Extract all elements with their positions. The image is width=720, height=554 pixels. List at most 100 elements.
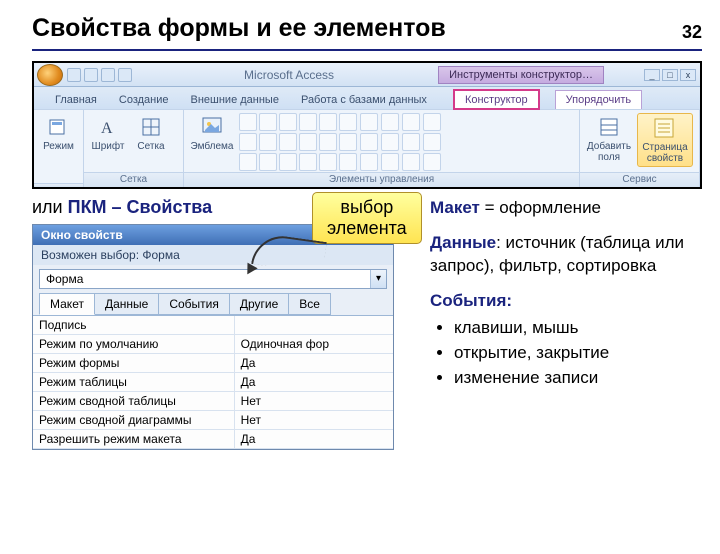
add-fields-button[interactable]: Добавить поля <box>584 113 634 163</box>
qat-redo-icon[interactable] <box>101 68 115 82</box>
propwin-element-combo[interactable]: Форма ▾ <box>39 269 387 289</box>
view-icon <box>47 115 71 139</box>
prop-key: Режим таблицы <box>33 373 235 391</box>
tab-layout[interactable]: Макет <box>39 293 95 315</box>
ribbon-tabs: Главная Создание Внешние данные Работа с… <box>34 87 700 109</box>
prop-key: Режим сводной диаграммы <box>33 411 235 429</box>
prop-key: Режим сводной таблицы <box>33 392 235 410</box>
prop-key: Режим по умолчанию <box>33 335 235 353</box>
propwin-tabs: Макет Данные События Другие Все <box>39 293 393 315</box>
tab-database-tools[interactable]: Работа с базами данных <box>290 90 438 109</box>
chevron-down-icon[interactable]: ▾ <box>370 270 386 288</box>
tab-all[interactable]: Все <box>288 293 331 315</box>
tab-designer[interactable]: Конструктор <box>454 90 539 109</box>
table-row[interactable]: Режим сводной таблицыНет <box>33 392 393 411</box>
group-tools: Добавить поля Страница свойств Сервис <box>580 110 700 187</box>
group-view-label <box>34 183 83 187</box>
qat-save-icon[interactable] <box>67 68 81 82</box>
page-title: Свойства формы и ее элементов <box>32 14 720 43</box>
rest-layout: = оформление <box>480 198 601 217</box>
controls-extra3[interactable] <box>402 113 420 171</box>
table-row[interactable]: Разрешить режим макетаДа <box>33 430 393 449</box>
table-row[interactable]: Режим по умолчаниюОдиночная фор <box>33 335 393 354</box>
table-row[interactable]: Режим формыДа <box>33 354 393 373</box>
group-tools-label: Сервис <box>580 172 699 187</box>
prop-val[interactable]: Нет <box>235 411 393 429</box>
group-controls: Эмблема <box>184 110 580 187</box>
context-tools-label: Инструменты конструктор… <box>438 66 604 84</box>
callout-select-element: выбор элемента <box>312 192 422 244</box>
tab-other[interactable]: Другие <box>229 293 289 315</box>
prop-key: Разрешить режим макета <box>33 430 235 448</box>
events-list: клавиши, мышь открытие, закрытие изменен… <box>430 317 702 390</box>
controls-extra2[interactable] <box>381 113 399 171</box>
prop-key: Подпись <box>33 316 235 334</box>
controls-extra[interactable] <box>360 113 378 171</box>
qat-more-icon[interactable] <box>118 68 132 82</box>
tab-events[interactable]: События <box>158 293 230 315</box>
propwin-title: Окно свойств <box>41 228 123 242</box>
tab-data[interactable]: Данные <box>94 293 159 315</box>
grid-button[interactable]: Сетка <box>131 113 171 152</box>
prop-key: Режим формы <box>33 354 235 372</box>
font-label: Шрифт <box>92 141 125 152</box>
list-item: клавиши, мышь <box>454 317 702 340</box>
tab-create[interactable]: Создание <box>108 90 180 109</box>
app-title: Microsoft Access <box>140 68 438 82</box>
font-button[interactable]: A Шрифт <box>88 113 128 152</box>
pkm-prefix: или <box>32 197 68 217</box>
close-icon[interactable]: x <box>680 69 696 81</box>
pkm-strong: ПКМ – Свойства <box>68 197 212 217</box>
group-controls-label: Элементы управления <box>184 172 579 187</box>
svg-text:A: A <box>101 120 113 137</box>
ribbon-titlebar: Microsoft Access Инструменты конструктор… <box>34 63 700 87</box>
property-sheet-label: Страница свойств <box>642 142 687 164</box>
prop-val[interactable]: Да <box>235 373 393 391</box>
grid-icon <box>139 115 163 139</box>
tab-arrange[interactable]: Упорядочить <box>555 90 642 109</box>
table-row[interactable]: Подпись <box>33 316 393 335</box>
prop-val[interactable]: Да <box>235 430 393 448</box>
controls-extra4[interactable] <box>423 113 441 171</box>
prop-val[interactable]: Да <box>235 354 393 372</box>
minimize-icon[interactable]: _ <box>644 69 660 81</box>
group-view: Режим <box>34 110 84 187</box>
add-fields-icon <box>597 115 621 139</box>
group-grid-label: Сетка <box>84 172 183 187</box>
emblem-button[interactable]: Эмблема <box>188 113 236 152</box>
maximize-icon[interactable]: □ <box>662 69 678 81</box>
tab-external-data[interactable]: Внешние данные <box>180 90 290 109</box>
window-controls: _ □ x <box>644 69 696 81</box>
prop-val[interactable] <box>235 316 393 334</box>
office-button[interactable] <box>37 64 63 86</box>
qat-undo-icon[interactable] <box>84 68 98 82</box>
prop-val[interactable]: Одиночная фор <box>235 335 393 353</box>
callout-line1: выбор <box>340 197 393 217</box>
view-label: Режим <box>43 141 74 152</box>
note-layout: Макет = оформление <box>430 197 702 220</box>
notes-panel: Макет = оформление Данные: источник (таб… <box>412 197 702 392</box>
propwin-subtitle: Возможен выбор: Форма <box>33 245 393 265</box>
ribbon-body: Режим A Шрифт Сетка Сетка <box>34 109 700 187</box>
controls-gallery[interactable] <box>239 113 357 171</box>
term-data: Данные <box>430 233 496 252</box>
table-row[interactable]: Режим таблицыДа <box>33 373 393 392</box>
emblem-label: Эмблема <box>191 141 234 152</box>
page-number: 32 <box>682 22 702 43</box>
grid-label: Сетка <box>137 141 164 152</box>
add-fields-label: Добавить поля <box>587 141 631 163</box>
font-icon: A <box>96 115 120 139</box>
note-data: Данные: источник (таблица или запрос), ф… <box>430 232 702 278</box>
ribbon: Microsoft Access Инструменты конструктор… <box>34 63 700 187</box>
view-button[interactable]: Режим <box>38 113 79 152</box>
property-sheet-icon <box>653 116 677 140</box>
prop-val[interactable]: Нет <box>235 392 393 410</box>
group-font-grid: A Шрифт Сетка Сетка <box>84 110 184 187</box>
list-item: изменение записи <box>454 367 702 390</box>
emblem-icon <box>200 115 224 139</box>
quick-access-toolbar <box>67 68 132 82</box>
table-row[interactable]: Режим сводной диаграммыНет <box>33 411 393 430</box>
callout-line2: элемента <box>327 218 407 238</box>
property-sheet-button[interactable]: Страница свойств <box>637 113 693 167</box>
tab-home[interactable]: Главная <box>44 90 108 109</box>
